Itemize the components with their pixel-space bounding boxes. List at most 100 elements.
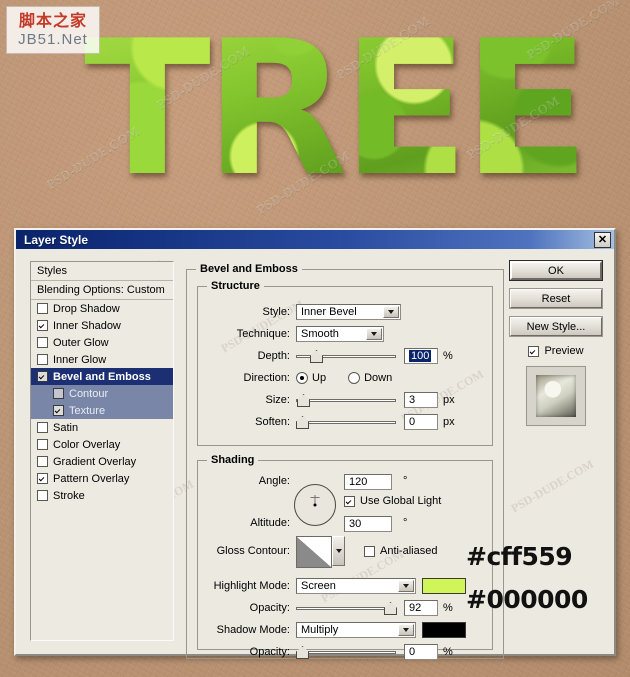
bevel-settings-panel: Bevel and Emboss Structure Style: Inner … [186, 261, 504, 660]
reset-button[interactable]: Reset [510, 289, 602, 308]
checkbox-gradient-overlay[interactable] [37, 456, 48, 467]
radio-down-icon[interactable] [348, 372, 361, 384]
checkbox-pattern-overlay[interactable] [37, 473, 48, 484]
gloss-contour-preview[interactable] [296, 536, 332, 568]
direction-field-label: Direction: [243, 372, 290, 384]
close-icon[interactable]: ✕ [594, 232, 611, 248]
altitude-unit: ° [403, 517, 408, 529]
checkbox-satin[interactable] [37, 422, 48, 433]
highlight-mode-select[interactable]: Screen [296, 578, 416, 594]
radio-up-icon[interactable] [296, 372, 308, 384]
chevron-down-icon[interactable] [332, 536, 345, 566]
use-global-light-checkbox[interactable]: Use Global Light [344, 495, 441, 507]
depth-slider[interactable] [296, 349, 396, 363]
checkbox-texture[interactable] [53, 405, 64, 416]
highlight-opacity-input[interactable]: 92 [404, 600, 438, 616]
new-style-button[interactable]: New Style... [510, 317, 602, 336]
style-item-pattern-overlay[interactable]: Pattern Overlay [31, 470, 173, 487]
highlight-hex-annotation: #cff559 [466, 542, 573, 571]
angle-field-label: Angle: [258, 475, 290, 487]
shadow-opacity-slider[interactable] [296, 645, 396, 659]
dialog-actions: OK Reset New Style... Preview [510, 261, 602, 426]
style-item-inner-glow[interactable]: Inner Glow [31, 351, 173, 368]
angle-input[interactable]: 120 [344, 474, 392, 490]
depth-field-label: Depth: [257, 350, 290, 362]
depth-input[interactable]: 100 [404, 348, 438, 364]
shadow-opacity-slider-thumb[interactable] [296, 646, 309, 659]
style-field-label: Style: [262, 306, 290, 318]
shadow-opacity-unit: % [443, 646, 453, 658]
checkbox-bevel-and-emboss[interactable] [37, 371, 48, 382]
style-label: Contour [69, 387, 109, 400]
technique-select[interactable]: Smooth [296, 326, 384, 342]
altitude-input[interactable]: 30 [344, 516, 392, 532]
technique-field-label: Technique: [236, 328, 290, 340]
dialog-title: Layer Style [24, 232, 89, 247]
chevron-down-icon[interactable] [366, 328, 382, 340]
checkbox-color-overlay[interactable] [37, 439, 48, 450]
dialog-title-bar[interactable]: Layer Style ✕ [16, 230, 614, 249]
shadow-mode-field-label: Shadow Mode: [216, 624, 290, 636]
checkbox-contour[interactable] [53, 388, 64, 399]
checkbox-use-global-light[interactable] [344, 495, 355, 507]
size-field-label: Size: [265, 394, 290, 406]
style-item-satin[interactable]: Satin [31, 419, 173, 436]
size-slider[interactable] [296, 393, 396, 407]
highlight-opacity-slider-thumb[interactable] [384, 602, 397, 615]
depth-slider-thumb[interactable] [310, 350, 323, 363]
watermark-text: PSD-DUDE.COM [508, 456, 597, 516]
soften-input[interactable]: 0 [404, 414, 438, 430]
shadow-opacity-input[interactable]: 0 [404, 644, 438, 660]
highlight-color-swatch[interactable] [422, 578, 466, 594]
style-item-outer-glow[interactable]: Outer Glow [31, 334, 173, 351]
style-item-gradient-overlay[interactable]: Gradient Overlay [31, 453, 173, 470]
checkbox-drop-shadow[interactable] [37, 303, 48, 314]
angle-value: 120 [349, 476, 368, 488]
checkbox-inner-glow[interactable] [37, 354, 48, 365]
style-item-color-overlay[interactable]: Color Overlay [31, 436, 173, 453]
checkbox-preview[interactable] [528, 345, 540, 357]
structure-group: Structure Style: Inner Bevel Technique: … [197, 280, 493, 446]
soften-value: 0 [409, 416, 416, 428]
style-item-contour[interactable]: Contour [31, 385, 173, 402]
style-item-inner-shadow[interactable]: Inner Shadow [31, 317, 173, 334]
bevel-and-emboss-group: Bevel and Emboss Structure Style: Inner … [186, 263, 504, 660]
soften-slider-thumb[interactable] [296, 416, 309, 429]
shadow-mode-value: Multiply [301, 624, 339, 636]
styles-header[interactable]: Styles [31, 262, 173, 281]
chevron-down-icon[interactable] [398, 580, 414, 592]
soften-slider[interactable] [296, 415, 396, 429]
size-slider-thumb[interactable] [297, 394, 310, 407]
chevron-down-icon[interactable] [383, 306, 399, 318]
style-item-stroke[interactable]: Stroke [31, 487, 173, 504]
chevron-down-icon[interactable] [398, 624, 414, 636]
checkbox-stroke[interactable] [37, 490, 48, 501]
anti-aliased-label: Anti-aliased [380, 545, 438, 557]
shadow-mode-select[interactable]: Multiply [296, 622, 416, 638]
direction-up-label: Up [312, 372, 327, 384]
blending-options-item[interactable]: Blending Options: Custom [31, 281, 173, 300]
preview-checkbox[interactable]: Preview [510, 345, 602, 357]
style-select[interactable]: Inner Bevel [296, 304, 401, 320]
style-item-drop-shadow[interactable]: Drop Shadow [31, 300, 173, 317]
shadow-color-swatch[interactable] [422, 622, 466, 638]
size-input[interactable]: 3 [404, 392, 438, 408]
gloss-contour-field-label: Gloss Contour: [216, 545, 290, 557]
checkbox-outer-glow[interactable] [37, 337, 48, 348]
group-title-structure: Structure [207, 280, 264, 292]
style-label: Texture [69, 404, 106, 417]
gloss-contour-picker[interactable] [296, 536, 345, 568]
style-item-bevel-and-emboss[interactable]: Bevel and Emboss [31, 368, 173, 385]
checkbox-anti-aliased[interactable] [364, 545, 375, 557]
styles-list-panel: Styles Blending Options: Custom Drop Sha… [30, 261, 174, 641]
highlight-opacity-slider[interactable] [296, 601, 397, 615]
style-label: Bevel and Emboss [53, 370, 151, 383]
direction-radio-down[interactable]: Down [348, 372, 392, 384]
anti-aliased-checkbox[interactable]: Anti-aliased [364, 545, 437, 557]
ok-button[interactable]: OK [510, 261, 602, 280]
direction-radio-up[interactable]: Up [296, 372, 326, 384]
style-label: Inner Glow [53, 353, 107, 366]
checkbox-inner-shadow[interactable] [37, 320, 48, 331]
angle-dial[interactable] [294, 484, 336, 526]
style-item-texture[interactable]: Texture [31, 402, 173, 419]
